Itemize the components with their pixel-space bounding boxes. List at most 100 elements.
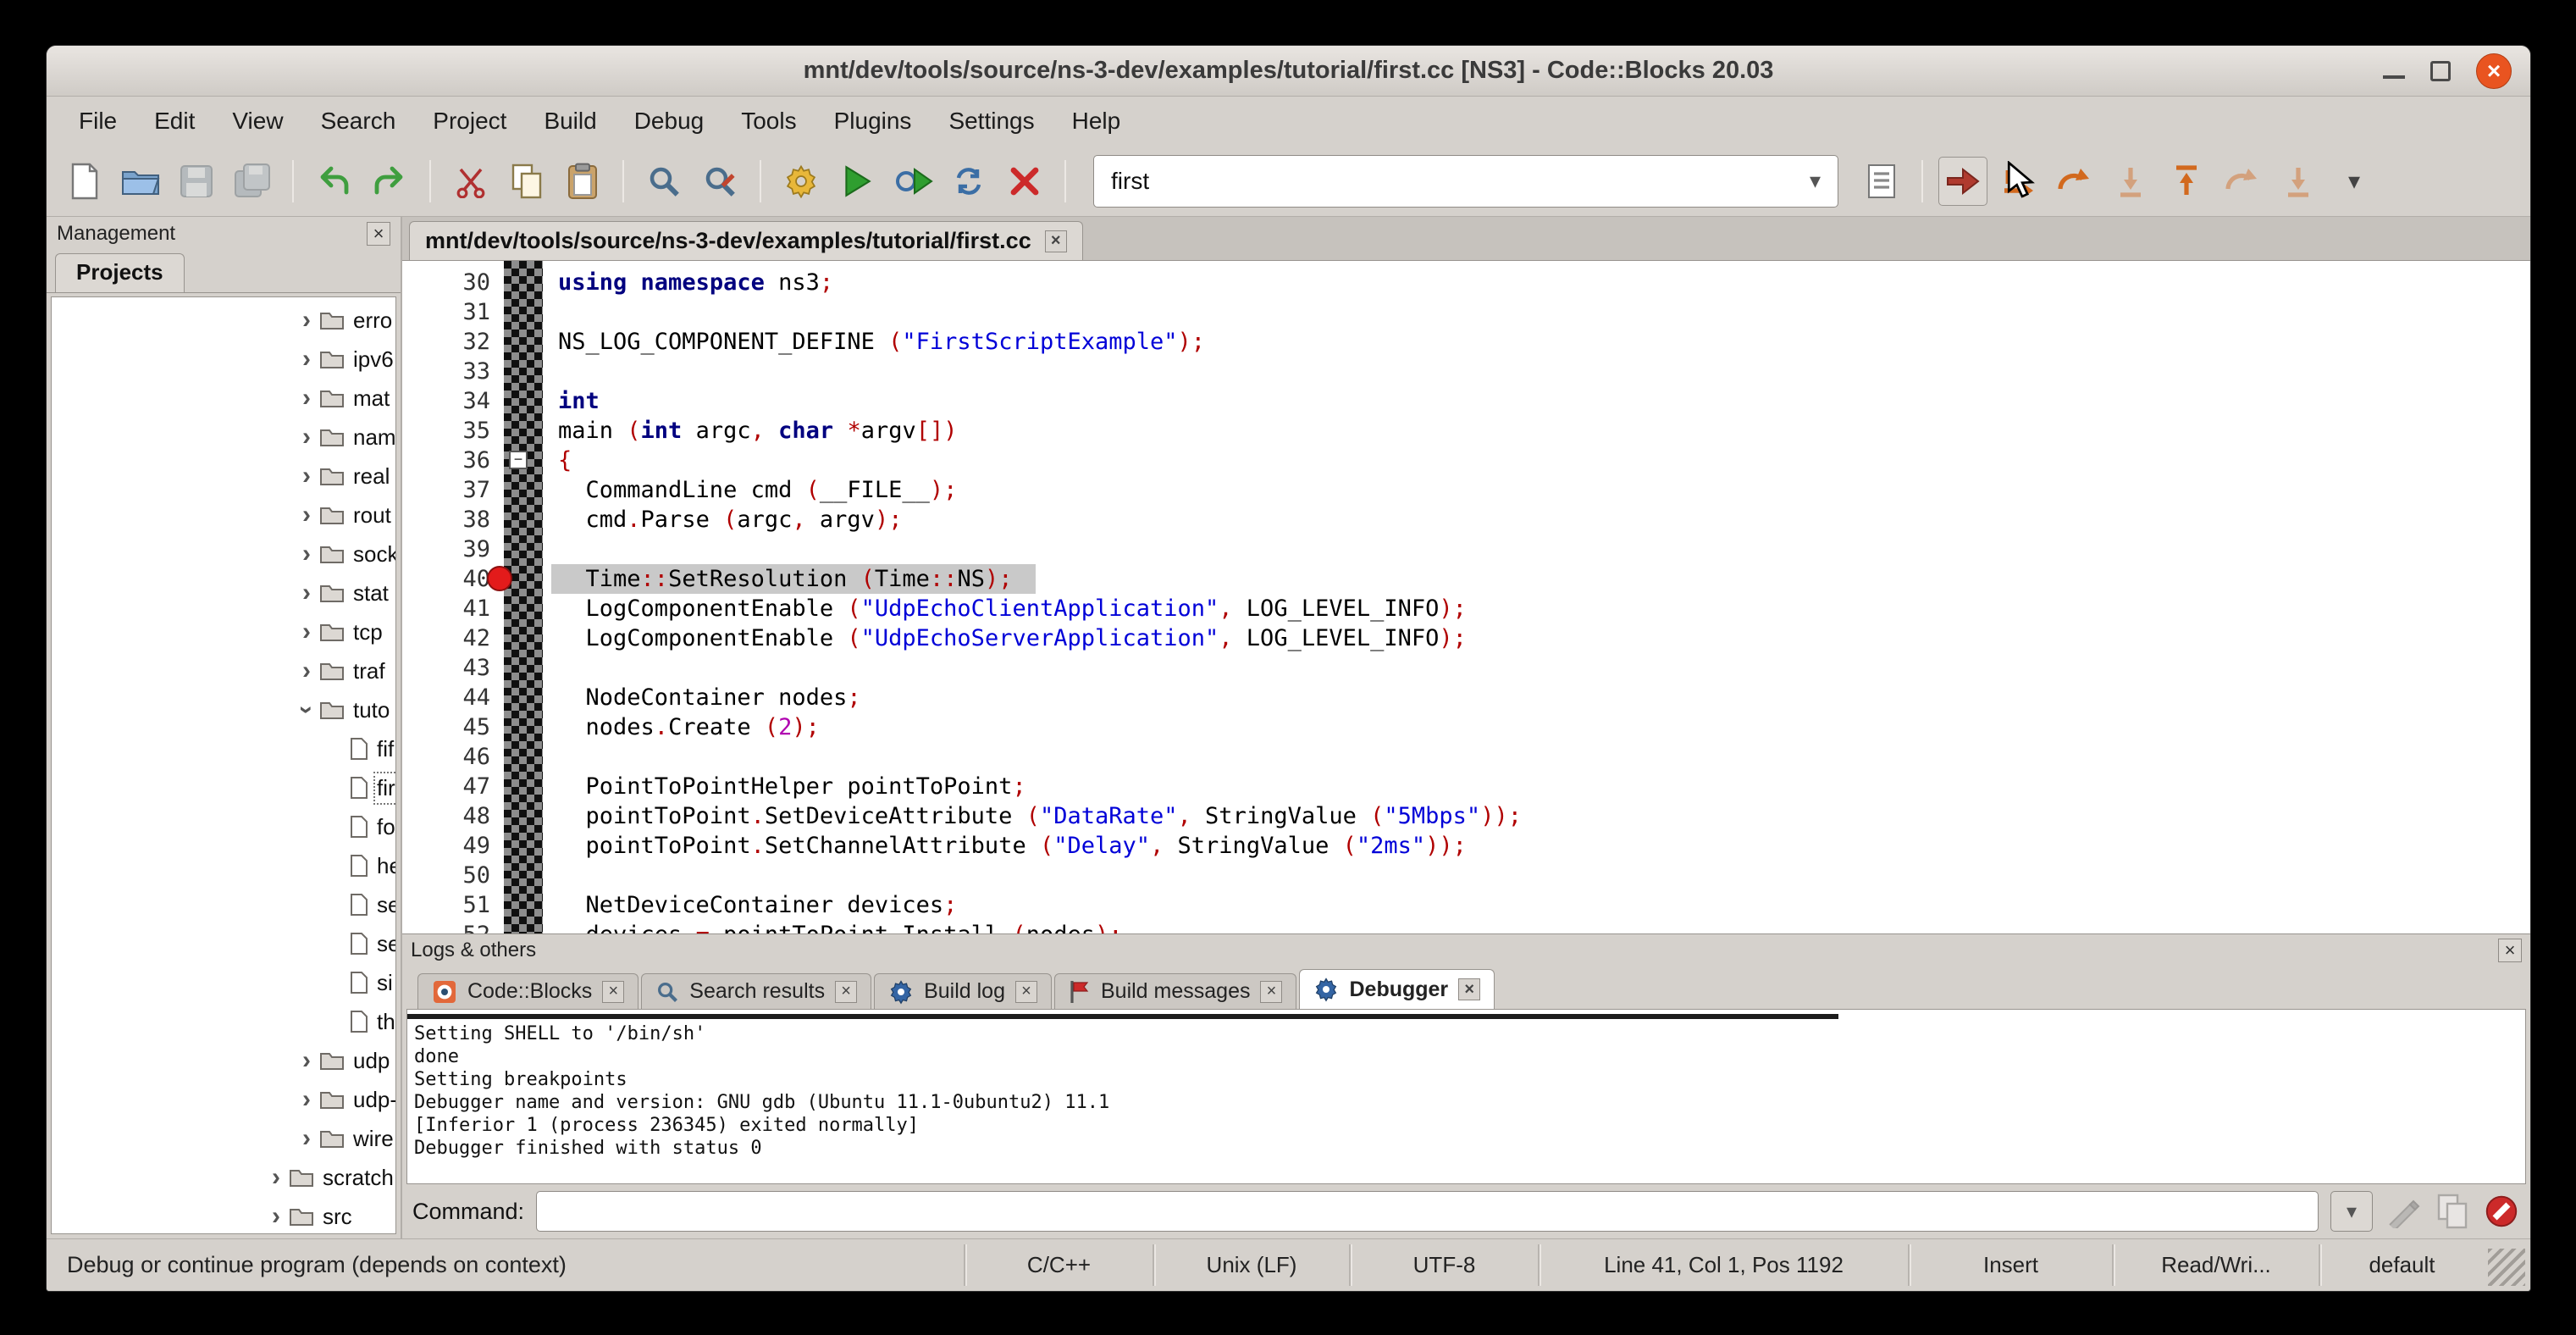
debugger-command-input[interactable] xyxy=(536,1191,2319,1232)
tree-item-fif[interactable]: fif xyxy=(52,729,395,768)
line-number[interactable]: 35 xyxy=(402,416,490,446)
line-number[interactable]: 52 xyxy=(402,920,490,933)
tree-item-nam[interactable]: ›nam xyxy=(52,418,395,457)
minimize-button[interactable] xyxy=(2383,75,2405,79)
line-number[interactable]: 34 xyxy=(402,386,490,416)
build-and-run-button[interactable] xyxy=(888,157,937,206)
menu-project[interactable]: Project xyxy=(414,108,525,135)
line-number[interactable]: 32 xyxy=(402,327,490,357)
tree-item-sock[interactable]: ›sock xyxy=(52,535,395,573)
line-number[interactable]: 31 xyxy=(402,297,490,327)
editor-tab[interactable]: mnt/dev/tools/source/ns-3-dev/examples/t… xyxy=(409,221,1083,260)
select-target-button[interactable] xyxy=(1857,157,1906,206)
tree-item-erro[interactable]: ›erro xyxy=(52,301,395,340)
step-into-instruction-button[interactable] xyxy=(2274,157,2323,206)
chevron-right-icon[interactable]: › xyxy=(294,1048,319,1073)
code-editor[interactable]: 30using namespace ns3;3132NS_LOG_COMPONE… xyxy=(402,261,2530,933)
step-into-button[interactable] xyxy=(2106,157,2155,206)
tree-item-rout[interactable]: ›rout xyxy=(52,496,395,535)
save-all-button[interactable] xyxy=(228,157,277,206)
next-instruction-button[interactable] xyxy=(2218,157,2267,206)
line-number[interactable]: 38 xyxy=(402,505,490,535)
tree-item-src[interactable]: ›src xyxy=(52,1197,395,1234)
menu-build[interactable]: Build xyxy=(525,108,615,135)
logs-tab-build-messages[interactable]: Build messages× xyxy=(1054,973,1296,1009)
chevron-right-icon[interactable]: › xyxy=(294,346,319,372)
tab-projects[interactable]: Projects xyxy=(55,253,185,292)
stop-debugger-icon[interactable] xyxy=(2483,1193,2520,1230)
chevron-right-icon[interactable]: › xyxy=(294,1126,319,1151)
build-target-combo[interactable]: first▾ xyxy=(1093,155,1838,208)
logs-close-icon[interactable]: × xyxy=(2498,939,2522,962)
abort-build-button[interactable] xyxy=(1000,157,1049,206)
tree-item-wire[interactable]: ›wire xyxy=(52,1119,395,1158)
menu-search[interactable]: Search xyxy=(302,108,415,135)
chevron-right-icon[interactable]: › xyxy=(294,307,319,333)
menu-help[interactable]: Help xyxy=(1053,108,1140,135)
step-out-button[interactable] xyxy=(2162,157,2211,206)
paste-button[interactable] xyxy=(558,157,607,206)
chevron-right-icon[interactable]: › xyxy=(294,580,319,606)
build-button[interactable] xyxy=(777,157,826,206)
save-button[interactable] xyxy=(172,157,221,206)
chevron-down-icon[interactable]: › xyxy=(294,697,319,723)
line-number[interactable]: 37 xyxy=(402,475,490,505)
command-dropdown-button[interactable]: ▾ xyxy=(2330,1191,2373,1232)
tree-item-real[interactable]: ›real xyxy=(52,457,395,496)
tab-close-icon[interactable]: × xyxy=(1260,981,1282,1003)
close-button[interactable]: × xyxy=(2476,53,2512,89)
tree-item-se[interactable]: se xyxy=(52,885,395,924)
next-line-button[interactable] xyxy=(2050,157,2099,206)
send-command-icon[interactable] xyxy=(2385,1193,2422,1230)
logs-tab-build-log[interactable]: Build log× xyxy=(874,973,1052,1009)
tree-item-udp-[interactable]: ›udp- xyxy=(52,1080,395,1119)
tree-item-traf[interactable]: ›traf xyxy=(52,651,395,690)
debug-continue-button[interactable] xyxy=(1938,157,1987,206)
maximize-button[interactable] xyxy=(2430,61,2451,81)
tree-item-udp[interactable]: ›udp xyxy=(52,1041,395,1080)
breakpoint-icon[interactable] xyxy=(487,566,512,591)
copy-button[interactable] xyxy=(502,157,551,206)
tree-item-tuto[interactable]: ›tuto xyxy=(52,690,395,729)
find-button[interactable] xyxy=(639,157,688,206)
chevron-right-icon[interactable]: › xyxy=(294,658,319,684)
chevron-right-icon[interactable]: › xyxy=(294,541,319,567)
copy-output-icon[interactable] xyxy=(2434,1193,2471,1230)
tree-item-fo[interactable]: fo xyxy=(52,807,395,846)
line-number[interactable]: 46 xyxy=(402,742,490,772)
line-number[interactable]: 42 xyxy=(402,623,490,653)
tree-item-th[interactable]: th xyxy=(52,1002,395,1041)
menu-plugins[interactable]: Plugins xyxy=(815,108,931,135)
tree-item-scratch[interactable]: ›scratch xyxy=(52,1158,395,1197)
run-button[interactable] xyxy=(832,157,882,206)
tab-close-icon[interactable]: × xyxy=(1458,978,1480,1000)
menu-file[interactable]: File xyxy=(60,108,135,135)
chevron-right-icon[interactable]: › xyxy=(294,463,319,489)
editor-tab-close-icon[interactable]: × xyxy=(1045,230,1067,252)
line-number[interactable]: 48 xyxy=(402,801,490,831)
tree-item-stat[interactable]: ›stat xyxy=(52,573,395,612)
tree-item-si[interactable]: si xyxy=(52,963,395,1002)
tree-item-mat[interactable]: ›mat xyxy=(52,379,395,418)
chevron-down-icon[interactable]: ▾ xyxy=(1810,168,1821,194)
chevron-right-icon[interactable]: › xyxy=(294,424,319,450)
cut-button[interactable] xyxy=(446,157,495,206)
replace-button[interactable] xyxy=(695,157,744,206)
redo-button[interactable] xyxy=(365,157,414,206)
tree-item-se[interactable]: se xyxy=(52,924,395,963)
undo-button[interactable] xyxy=(309,157,358,206)
tree-item-tcp[interactable]: ›tcp xyxy=(52,612,395,651)
line-number[interactable]: 45 xyxy=(402,712,490,742)
tab-close-icon[interactable]: × xyxy=(602,981,624,1003)
logs-tab-debugger[interactable]: Debugger× xyxy=(1299,969,1495,1009)
line-number[interactable]: 51 xyxy=(402,890,490,920)
management-close-icon[interactable]: × xyxy=(367,222,390,246)
line-number[interactable]: 49 xyxy=(402,831,490,861)
menu-settings[interactable]: Settings xyxy=(930,108,1053,135)
line-number[interactable]: 39 xyxy=(402,535,490,564)
title-bar[interactable]: mnt/dev/tools/source/ns-3-dev/examples/t… xyxy=(47,46,2530,97)
chevron-right-icon[interactable]: › xyxy=(263,1204,289,1229)
chevron-right-icon[interactable]: › xyxy=(263,1165,289,1190)
debug-toolbar-overflow-button[interactable]: ▾ xyxy=(2330,157,2379,206)
chevron-right-icon[interactable]: › xyxy=(294,1087,319,1112)
